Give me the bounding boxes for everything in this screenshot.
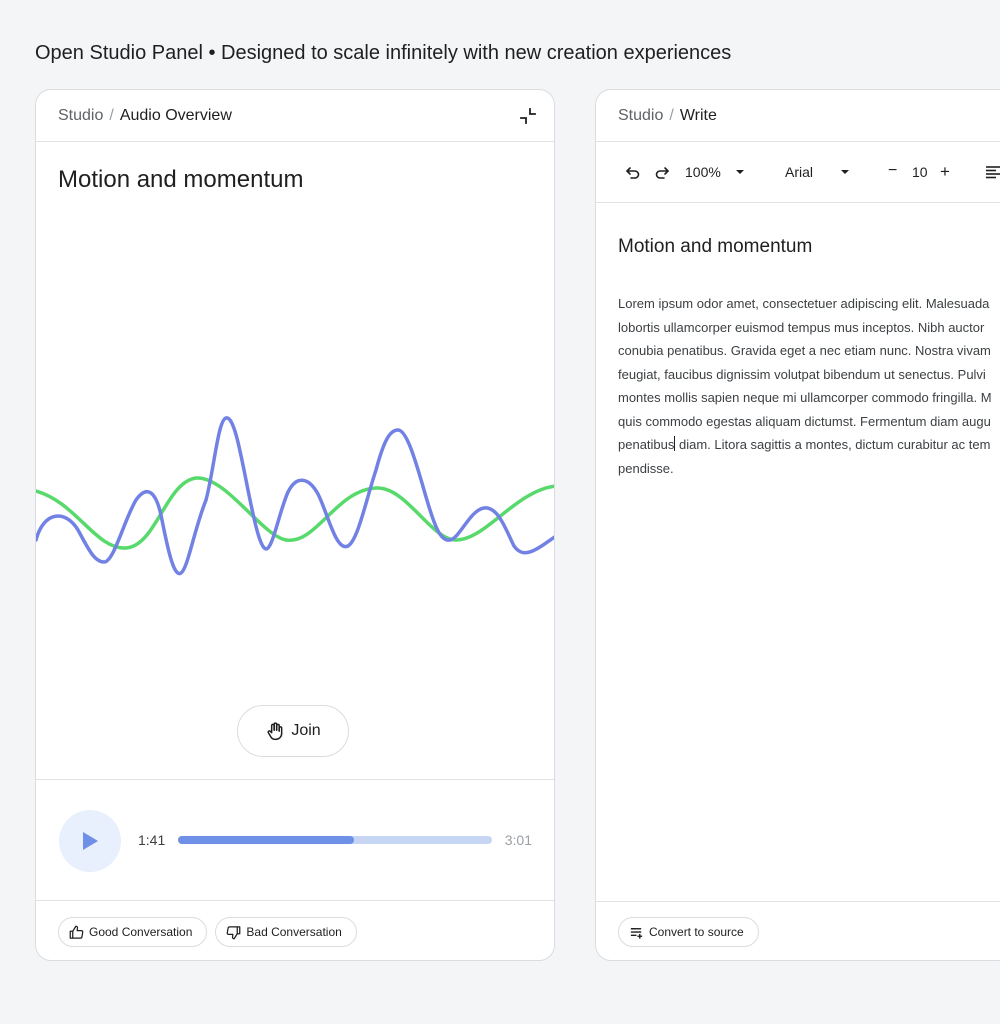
audio-title: Motion and momentum: [58, 166, 304, 193]
thumbs-down-icon: [227, 925, 241, 939]
good-conversation-label: Good Conversation: [89, 925, 193, 939]
progress-fill: [178, 836, 354, 844]
join-button[interactable]: Join: [237, 705, 349, 757]
font-value: Arial: [785, 164, 814, 180]
font-size-value[interactable]: 10: [912, 164, 928, 180]
feedback-actions: Good Conversation Bad Conversation: [58, 917, 357, 947]
breadcrumb-root[interactable]: Studio: [58, 107, 103, 125]
bad-conversation-label: Bad Conversation: [246, 925, 342, 939]
play-button[interactable]: [59, 810, 121, 872]
editor-toolbar: 100% Arial − 10 +: [596, 142, 1000, 203]
waveform-primary: [36, 416, 554, 576]
undo-button[interactable]: [625, 164, 641, 180]
doc-line: lobortis ullamcorper euismod tempus mus …: [618, 319, 985, 335]
doc-line: feugiat, faucibus dignissim volutpat bib…: [618, 366, 986, 382]
doc-line: Lorem ipsum odor amet, consectetuer adip…: [618, 296, 990, 311]
write-panel-header: Studio / Write: [596, 90, 1000, 142]
breadcrumb-separator: /: [669, 106, 674, 124]
bad-conversation-button[interactable]: Bad Conversation: [215, 917, 357, 947]
zoom-value: 100%: [685, 164, 721, 180]
decrease-font-size-button[interactable]: −: [888, 162, 897, 180]
doc-title: Motion and momentum: [618, 236, 813, 257]
doc-line: quis commodo egestas aliquam dictumst. F…: [618, 413, 991, 429]
convert-to-source-button[interactable]: Convert to source: [618, 917, 759, 947]
redo-icon: [655, 167, 669, 179]
write-footer: Convert to source: [596, 901, 1000, 947]
undo-icon: [626, 167, 640, 179]
play-icon: [83, 832, 98, 850]
increase-font-size-button[interactable]: +: [940, 162, 950, 182]
current-time: 1:41: [138, 832, 166, 848]
chevron-down-icon: [841, 170, 850, 174]
audio-overview-panel: Studio / Audio Overview Motion and momen…: [35, 89, 555, 961]
redo-button[interactable]: [654, 164, 670, 180]
convert-label: Convert to source: [649, 925, 744, 939]
align-button[interactable]: [985, 164, 1000, 180]
total-time: 3:01: [504, 832, 532, 848]
thumbs-up-icon: [69, 925, 84, 939]
breadcrumb-current: Write: [679, 106, 717, 124]
raised-hand-icon: [267, 722, 283, 741]
text-before-caret: penatibus: [618, 437, 675, 452]
page-title: Open Studio Panel • Designed to scale in…: [35, 42, 732, 64]
doc-line: conubia penatibus. Gravida eget a nec et…: [618, 343, 991, 358]
join-label: Join: [291, 722, 321, 739]
breadcrumb-separator: /: [109, 106, 114, 124]
audio-waveform: [36, 416, 554, 576]
audio-player: 1:41 3:01: [36, 779, 554, 901]
breadcrumb-current: Audio Overview: [119, 106, 232, 124]
good-conversation-button[interactable]: Good Conversation: [58, 917, 208, 947]
write-panel: Studio / Write 100% Arial − 10 + Motion …: [595, 89, 1000, 961]
audio-panel-header: Studio / Audio Overview: [36, 90, 554, 142]
doc-line: montes mollis sapien neque mi ullamcorpe…: [618, 390, 992, 405]
font-select[interactable]: Arial: [785, 164, 850, 180]
zoom-select[interactable]: 100%: [685, 164, 745, 180]
align-left-icon: [986, 166, 1000, 179]
chevron-down-icon: [735, 170, 744, 174]
collapse-icon[interactable]: [520, 108, 536, 124]
breadcrumb-root[interactable]: Studio: [618, 107, 663, 125]
convert-list-icon: [630, 927, 643, 939]
doc-body[interactable]: Lorem ipsum odor amet, consectetuer adip…: [618, 292, 1000, 480]
doc-line: pendisse.: [618, 460, 674, 476]
progress-bar[interactable]: [178, 836, 492, 844]
doc-line: penatibus diam. Litora sagittis a montes…: [618, 433, 1000, 457]
text-after-caret: diam. Litora sagittis a montes, dictum c…: [675, 437, 991, 452]
